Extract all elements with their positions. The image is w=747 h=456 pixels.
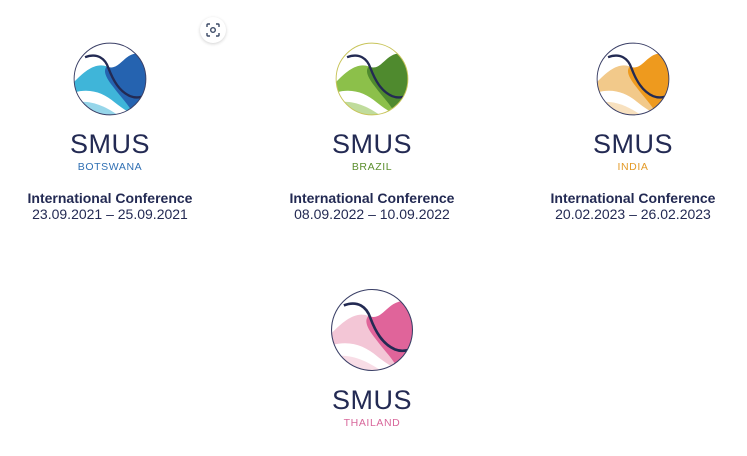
conference-title: International Conference [27,190,193,206]
brand-name: SMUS [69,129,150,159]
brand-name: SMUS [592,129,673,159]
lens-scan-icon [206,23,220,37]
conference-card-brazil[interactable]: SMUS BRAZIL International Conference 08.… [252,40,492,223]
conference-card-india[interactable]: SMUS INDIA International Conference 20.0… [513,40,747,223]
smus-logo-india [596,42,670,116]
country-label: THAILAND [343,417,401,429]
conference-dates: 20.02.2023 – 26.02.2023 [555,206,711,222]
conference-dates: 08.09.2022 – 10.09.2022 [294,206,450,222]
conference-title: International Conference [289,190,455,206]
conference-card-thailand[interactable]: SMUS THAILAND [252,286,492,430]
country-label: INDIA [617,161,649,173]
conference-title: International Conference [550,190,716,206]
country-label: BOTSWANA [77,161,143,173]
conference-card-botswana[interactable]: SMUS BOTSWANA International Conference 2… [0,40,230,223]
smus-logo-thailand [330,288,414,372]
smus-logo-botswana [73,42,147,116]
conference-dates: 23.09.2021 – 25.09.2021 [32,206,188,222]
country-label: BRAZIL [351,161,393,173]
brand-name: SMUS [331,129,412,159]
brand-name: SMUS [331,385,412,415]
conference-gallery: SMUS BOTSWANA International Conference 2… [0,0,747,456]
lens-scan-button[interactable] [200,17,226,43]
smus-logo-brazil [335,42,409,116]
